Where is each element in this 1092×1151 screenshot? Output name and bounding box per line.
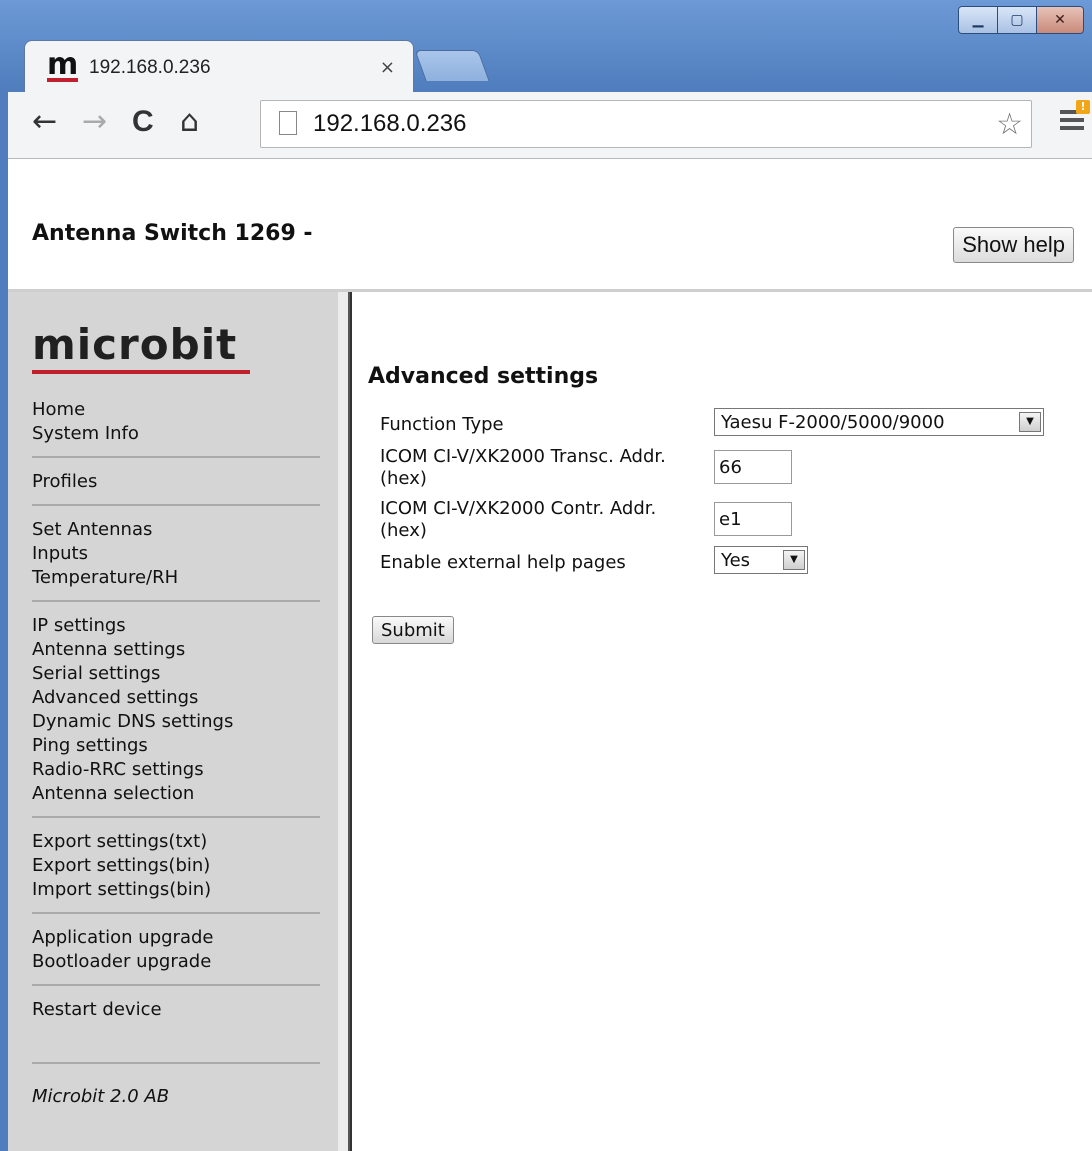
browser-toolbar: ← → C ⌂ 192.168.0.236 ☆ ! (8, 92, 1092, 159)
device-title: Antenna Switch 1269 - (32, 221, 313, 246)
sidebar-item-serial-settings[interactable]: Serial settings (32, 662, 320, 686)
function-type-label: Function Type (380, 414, 504, 435)
sidebar-item-system-info[interactable]: System Info (32, 422, 320, 446)
browser-menu-icon[interactable]: ! (1060, 100, 1090, 134)
new-tab-button[interactable] (414, 50, 490, 81)
sidebar-item-temperature-rh[interactable]: Temperature/RH (32, 566, 320, 590)
sidebar-item-bootloader-upgrade[interactable]: Bootloader upgrade (32, 950, 320, 974)
footer-note: Microbit 2.0 AB (32, 1086, 170, 1107)
back-icon[interactable]: ← (32, 106, 57, 138)
url-text[interactable]: 192.168.0.236 (313, 110, 466, 138)
web-page: Antenna Switch 1269 - Show help microbit… (8, 159, 1092, 1151)
help-pages-select[interactable]: Yes ▼ (714, 546, 808, 574)
sidebar-item-import-settings-bin[interactable]: Import settings(bin) (32, 878, 320, 902)
sidebar-item-radio-rrc-settings[interactable]: Radio-RRC settings (32, 758, 320, 782)
browser-window: ▁ ▢ ✕ m 192.168.0.236 × ← → C ⌂ 192.168.… (0, 0, 1092, 1151)
sidebar-item-antenna-settings[interactable]: Antenna settings (32, 638, 320, 662)
help-pages-label: Enable external help pages (380, 552, 626, 573)
address-bar[interactable]: 192.168.0.236 ☆ (260, 100, 1032, 148)
home-icon[interactable]: ⌂ (180, 106, 199, 138)
reload-icon[interactable]: C (132, 106, 154, 138)
sidebar-menu: Home System Info Profiles Set Antennas Input… (32, 398, 320, 1107)
chevron-down-icon: ▼ (783, 550, 805, 570)
update-badge-icon: ! (1076, 100, 1090, 114)
sidebar-item-application-upgrade[interactable]: Application upgrade (32, 926, 320, 950)
transc-addr-input[interactable]: 66 (714, 450, 792, 484)
menu-divider (32, 816, 320, 818)
forward-icon[interactable]: → (82, 106, 107, 138)
menu-divider (32, 600, 320, 602)
contr-addr-input[interactable]: e1 (714, 502, 792, 536)
sidebar-item-ping-settings[interactable]: Ping settings (32, 734, 320, 758)
show-help-button[interactable]: Show help (953, 227, 1074, 263)
page-icon (279, 111, 297, 135)
chevron-down-icon: ▼ (1019, 412, 1041, 432)
sidebar-item-export-settings-bin[interactable]: Export settings(bin) (32, 854, 320, 878)
menu-divider (32, 504, 320, 506)
menu-divider (32, 456, 320, 458)
sidebar: microbit Home System Info Profiles Set Ante… (8, 292, 348, 1151)
sidebar-item-set-antennas[interactable]: Set Antennas (32, 518, 320, 542)
page-header: Antenna Switch 1269 - Show help (8, 159, 1092, 292)
sidebar-item-profiles[interactable]: Profiles (32, 470, 320, 494)
tab-title: 192.168.0.236 (89, 57, 211, 78)
minimize-icon[interactable]: ▁ (959, 7, 998, 33)
transc-addr-label: ICOM CI-V/XK2000 Transc. Addr.(hex) (380, 446, 666, 489)
menu-divider (32, 1062, 320, 1064)
menu-divider (32, 912, 320, 914)
page-heading: Advanced settings (368, 364, 599, 389)
submit-button[interactable]: Submit (372, 616, 454, 644)
sidebar-item-export-settings-txt[interactable]: Export settings(txt) (32, 830, 320, 854)
tab-close-icon[interactable]: × (380, 57, 395, 78)
logo-underline (32, 370, 250, 374)
function-type-select[interactable]: Yaesu F-2000/5000/9000 ▼ (714, 408, 1044, 436)
contr-addr-label: ICOM CI-V/XK2000 Contr. Addr.(hex) (380, 498, 657, 541)
close-window-icon[interactable]: ✕ (1037, 7, 1083, 33)
sidebar-item-antenna-selection[interactable]: Antenna selection (32, 782, 320, 806)
sidebar-item-dynamic-dns-settings[interactable]: Dynamic DNS settings (32, 710, 320, 734)
sidebar-item-inputs[interactable]: Inputs (32, 542, 320, 566)
window-controls: ▁ ▢ ✕ (958, 6, 1084, 34)
menu-divider (32, 984, 320, 986)
help-pages-value: Yes (721, 550, 751, 571)
browser-tab[interactable]: m 192.168.0.236 × (24, 40, 414, 93)
sidebar-item-advanced-settings[interactable]: Advanced settings (32, 686, 320, 710)
sidebar-item-ip-settings[interactable]: IP settings (32, 614, 320, 638)
favicon-icon: m (47, 47, 79, 82)
function-type-value: Yaesu F-2000/5000/9000 (721, 412, 945, 433)
sidebar-item-restart-device[interactable]: Restart device (32, 998, 320, 1022)
sidebar-item-home[interactable]: Home (32, 398, 320, 422)
microbit-logo: microbit (32, 320, 238, 369)
maximize-icon[interactable]: ▢ (998, 7, 1037, 33)
main-content: Advanced settings Function Type Yaesu F-… (350, 292, 1092, 1151)
bookmark-star-icon[interactable]: ☆ (996, 107, 1023, 142)
